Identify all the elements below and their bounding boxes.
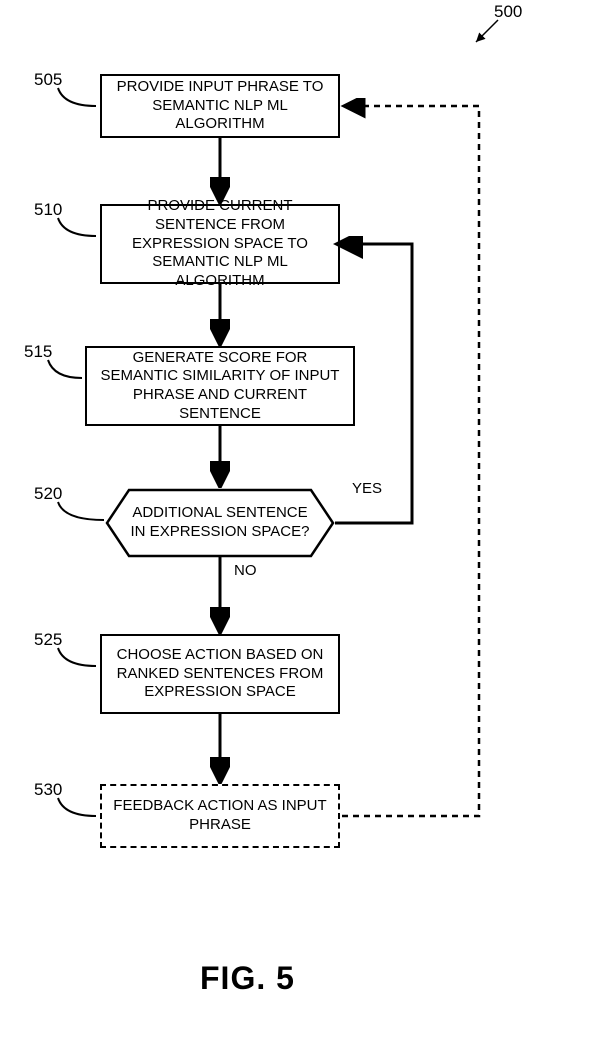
step-530: FEEDBACK ACTION AS INPUT PHRASE xyxy=(100,784,340,848)
step-530-text: FEEDBACK ACTION AS INPUT PHRASE xyxy=(108,797,332,835)
lead-515 xyxy=(46,358,88,382)
arrow-515-520 xyxy=(210,426,230,488)
lead-525 xyxy=(56,646,102,670)
step-510-text: PROVIDE CURRENT SENTENCE FROM EXPRESSION… xyxy=(108,197,332,291)
lead-520 xyxy=(56,500,108,524)
lead-505 xyxy=(56,86,102,110)
step-505: PROVIDE INPUT PHRASE TO SEMANTIC NLP ML … xyxy=(100,74,340,138)
arrow-505-510 xyxy=(210,138,230,204)
lead-530 xyxy=(56,796,102,820)
figure-caption: FIG. 5 xyxy=(200,960,295,997)
arrow-510-515 xyxy=(210,284,230,346)
lead-line-500 xyxy=(470,18,500,48)
step-515: GENERATE SCORE FOR SEMANTIC SIMILARITY O… xyxy=(85,346,355,426)
arrow-feedback xyxy=(339,98,499,822)
step-515-text: GENERATE SCORE FOR SEMANTIC SIMILARITY O… xyxy=(93,349,347,424)
step-525: CHOOSE ACTION BASED ON RANKED SENTENCES … xyxy=(100,634,340,714)
edge-no-label: NO xyxy=(234,562,257,579)
arrow-525-530 xyxy=(210,714,230,784)
decision-520: ADDITIONAL SENTENCE IN EXPRESSION SPACE? xyxy=(105,488,335,558)
step-525-text: CHOOSE ACTION BASED ON RANKED SENTENCES … xyxy=(108,646,332,702)
lead-510 xyxy=(56,216,102,240)
decision-520-text: ADDITIONAL SENTENCE IN EXPRESSION SPACE? xyxy=(105,488,335,558)
step-510: PROVIDE CURRENT SENTENCE FROM EXPRESSION… xyxy=(100,204,340,284)
flowchart-canvas: 500 PROVIDE INPUT PHRASE TO SEMANTIC NLP… xyxy=(0,0,591,1058)
arrow-520-525 xyxy=(210,556,230,634)
step-505-text: PROVIDE INPUT PHRASE TO SEMANTIC NLP ML … xyxy=(108,78,332,134)
